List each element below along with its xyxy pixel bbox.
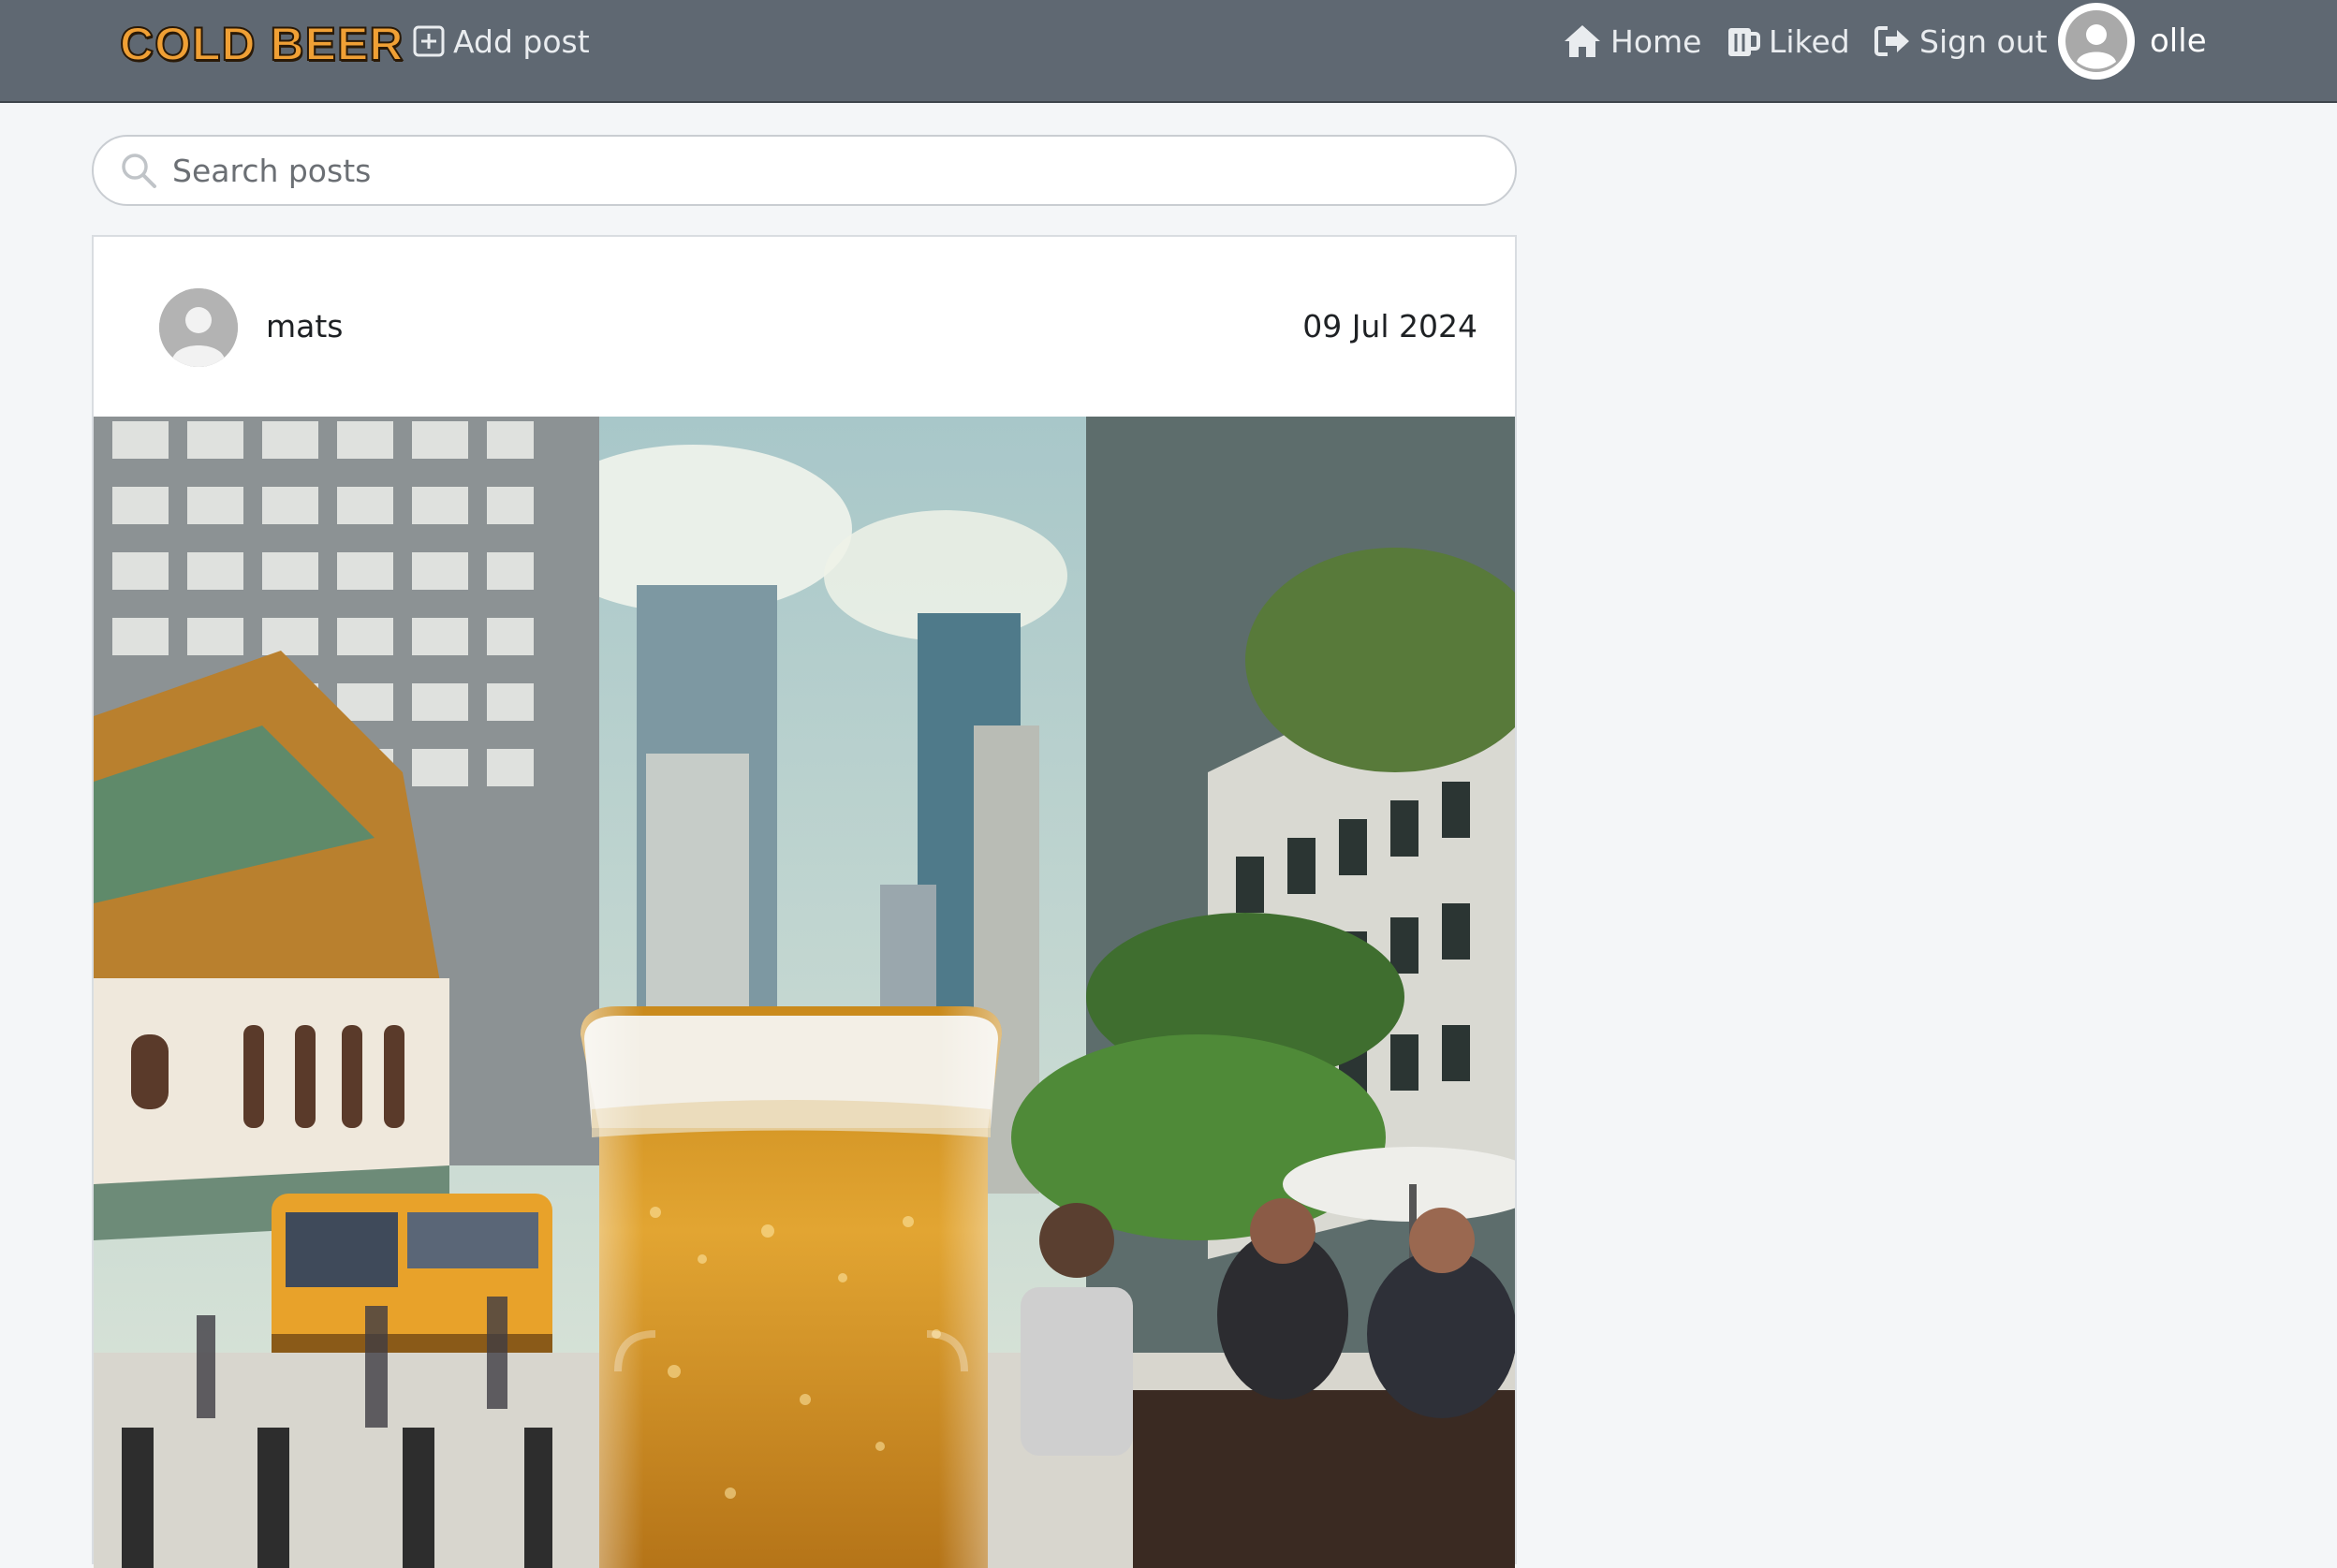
beer-mug-icon [1726,23,1761,59]
search-icon [120,152,157,189]
brand-logo[interactable]: COLD BEER [119,17,404,71]
post-card: mats 09 Jul 2024 [92,235,1517,1568]
user-profile-link[interactable]: olle [2058,0,2207,82]
plus-square-icon [412,24,446,58]
navbar: COLD BEER Add post Home Liked Sign out o… [0,0,2337,103]
liked-link[interactable]: Liked [1726,0,1850,82]
user-avatar-icon [2065,10,2127,72]
home-icon [1562,22,1603,60]
user-avatar [2058,3,2135,80]
add-post-label: Add post [453,22,590,60]
search-input[interactable] [170,151,1462,190]
username: olle [2150,22,2207,60]
sign-out-icon [1873,23,1912,59]
post-image[interactable] [94,417,1515,1568]
default-avatar-icon [159,288,238,367]
liked-label: Liked [1769,22,1850,60]
home-link[interactable]: Home [1562,0,1701,82]
add-post-link[interactable]: Add post [412,0,590,82]
sign-out-link[interactable]: Sign out [1873,0,2048,82]
search-bar [92,135,1517,206]
post-date: 09 Jul 2024 [1302,308,1477,344]
home-label: Home [1610,22,1702,60]
post-author-name[interactable]: mats [266,308,344,344]
post-author-avatar[interactable] [159,288,238,367]
sign-out-label: Sign out [1919,22,2048,60]
post-header: mats 09 Jul 2024 [94,237,1515,417]
